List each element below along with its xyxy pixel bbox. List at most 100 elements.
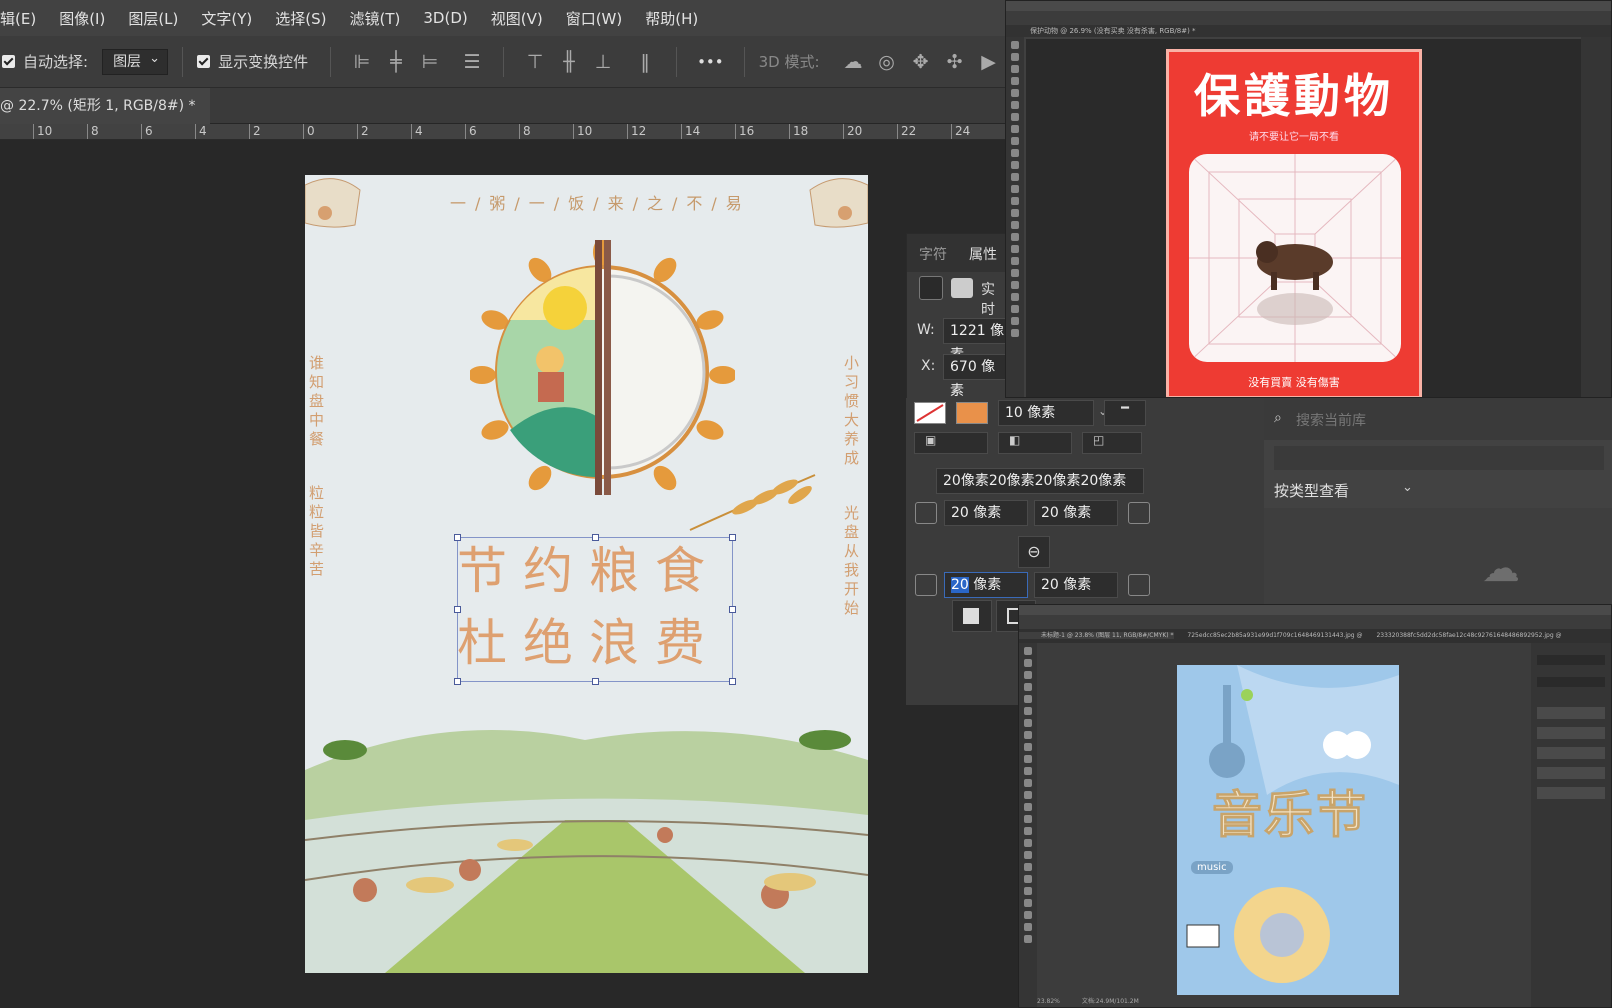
ruler-tick: 4 — [411, 124, 423, 139]
menu-window[interactable]: 窗口(W) — [566, 8, 623, 29]
ruler-tick: 2 — [249, 124, 261, 139]
transform-selection-box[interactable] — [454, 534, 736, 685]
distribute-v-icon[interactable]: ‖ — [636, 51, 654, 73]
document-tab[interactable]: @ 22.7% (矩形 1, RGB/8#) * × — [0, 88, 210, 150]
animal-poster-grid — [1189, 154, 1401, 362]
library-search-input[interactable]: 搜索当前库 — [1296, 410, 1366, 430]
stroke-corner-dropdown[interactable]: ◰ — [1082, 432, 1142, 454]
menu-view[interactable]: 视图(V) — [491, 8, 543, 29]
tab-properties[interactable]: 属性 — [969, 244, 997, 264]
menu-3d[interactable]: 3D(D) — [423, 9, 467, 27]
transform-handle[interactable] — [729, 606, 736, 613]
window2-tab-active[interactable]: 未标题-1 @ 23.8% (图层 11, RGB/8#/CMYK) * — [1019, 632, 1174, 639]
orbit-3d-icon[interactable]: ☁ — [844, 51, 863, 73]
menu-edit[interactable]: 辑(E) — [0, 8, 36, 29]
window2-zoom: 23.82% — [1037, 998, 1060, 1005]
corner-tl-input[interactable]: 20 像素 — [944, 500, 1028, 526]
divider — [503, 46, 505, 77]
menu-help[interactable]: 帮助(H) — [645, 8, 698, 29]
animal-poster-title: 保護動物 — [1194, 69, 1394, 123]
ruler-tick: 20 — [843, 124, 862, 139]
menu-filter[interactable]: 滤镜(T) — [350, 8, 401, 29]
menu-image[interactable]: 图像(I) — [59, 8, 105, 29]
document-tab-bar: @ 22.7% (矩形 1, RGB/8#) * × — [0, 88, 1005, 150]
align-left-icon[interactable]: ⊫ — [353, 51, 371, 73]
poster-right-slogan-1: 小习惯大养成 — [842, 355, 860, 469]
align-right-icon[interactable]: ⊨ — [421, 51, 439, 73]
window2-toolbar — [1019, 643, 1037, 1007]
menu-type[interactable]: 文字(Y) — [201, 8, 252, 29]
window2-tab-3[interactable]: 233320388fc5dd2dc58fae12c48c927616484868… — [1376, 632, 1561, 639]
stroke-color-swatch[interactable] — [956, 402, 988, 424]
transform-handle[interactable] — [454, 534, 461, 541]
align-bottom-icon[interactable]: ⊥ — [594, 51, 612, 73]
corner-tr-icon — [1128, 502, 1150, 524]
window1-right-panel — [1581, 37, 1611, 397]
scale-3d-icon[interactable]: ▶ — [980, 51, 998, 73]
stroke-align-dropdown[interactable]: ▣ — [914, 432, 988, 454]
creative-cloud-icon: ☁ — [1482, 546, 1520, 590]
window1-tab[interactable]: 保护动物 @ 26.9% (没有买卖 没有杀害, RGB/8#) * — [1006, 25, 1611, 37]
corner-radius-summary[interactable]: 20像素20像素20像素20像素 — [936, 468, 1144, 494]
align-hcenter-icon[interactable]: ╪ — [387, 51, 405, 73]
link-corners-icon[interactable]: ⊖ — [1018, 536, 1050, 568]
align-top-icon[interactable]: ⊤ — [526, 51, 544, 73]
w-label: W: — [917, 322, 935, 338]
transform-handle[interactable] — [592, 534, 599, 541]
horizontal-ruler: 10 8 6 4 2 0 2 4 6 8 10 12 14 16 18 20 2… — [0, 124, 1005, 140]
ruler-tick: 10 — [573, 124, 592, 139]
poster-top-line: 一/粥/一/饭/来/之/不/易 — [450, 194, 751, 213]
stroke-cap-dropdown[interactable]: ◧ — [998, 432, 1072, 454]
tab-character[interactable]: 字符 — [919, 244, 947, 264]
show-transform-checkbox[interactable] — [197, 55, 211, 68]
transform-handle[interactable] — [592, 678, 599, 685]
corner-bl-selected-text: 20 — [951, 577, 969, 593]
distribute-h-icon[interactable]: ☰ — [463, 51, 481, 73]
transform-handle[interactable] — [454, 678, 461, 685]
mask-icon[interactable] — [951, 278, 973, 298]
path-combine-icon[interactable] — [952, 600, 992, 632]
library-dropdown[interactable] — [1274, 446, 1604, 470]
corner-tr-input[interactable]: 20 像素 — [1034, 500, 1118, 526]
transform-handle[interactable] — [454, 606, 461, 613]
align-vcenter-icon[interactable]: ╫ — [560, 51, 578, 73]
divider — [182, 46, 184, 77]
photoshop-window-animal: 保护动物 @ 26.9% (没有买卖 没有杀害, RGB/8#) * 保護動物 … — [1005, 0, 1612, 398]
stroke-style-dropdown[interactable]: ━ — [1104, 400, 1146, 426]
photoshop-window-music: 未标题-1 @ 23.8% (图层 11, RGB/8#/CMYK) * 725… — [1018, 604, 1612, 1008]
roll-3d-icon[interactable]: ◎ — [878, 51, 896, 73]
animal-poster[interactable]: 保護動物 请不要让它一局不看 没有買賣 没有傷害 — [1166, 49, 1422, 397]
transform-handle[interactable] — [729, 678, 736, 685]
menu-layer[interactable]: 图层(L) — [128, 8, 178, 29]
slide-3d-icon[interactable]: ✣ — [946, 51, 964, 73]
more-options-button[interactable]: ••• — [697, 53, 724, 71]
corner-br-icon — [1128, 574, 1150, 596]
stroke-width-input[interactable]: 10 像素 — [998, 400, 1094, 426]
x-input[interactable]: 670 像素 — [943, 354, 1007, 399]
divider — [743, 46, 745, 77]
corner-bl-input[interactable]: 20 像素 — [944, 572, 1028, 598]
layer-select-dropdown[interactable]: 图层 — [102, 47, 169, 75]
width-input[interactable]: 1221 像素 — [943, 318, 1007, 363]
divider — [676, 46, 678, 77]
animal-poster-footer: 没有買賣 没有傷害 — [1248, 376, 1340, 389]
auto-select-checkbox[interactable] — [2, 55, 15, 68]
menu-select[interactable]: 选择(S) — [275, 8, 326, 29]
chevron-down-icon[interactable]: ⌄ — [1402, 480, 1413, 495]
ruler-tick: 10 — [33, 124, 52, 139]
ruler-tick: 22 — [897, 124, 916, 139]
music-poster[interactable]: 音乐节 music — [1177, 665, 1399, 995]
window2-tab-2[interactable]: 725edcc85ec2b85a931e99d1f709c16484691314… — [1187, 632, 1362, 639]
corner-tl-icon — [915, 502, 937, 524]
shape-bounds-icon[interactable] — [919, 276, 943, 300]
pan-3d-icon[interactable]: ✥ — [912, 51, 930, 73]
ruler-tick: 4 — [195, 124, 207, 139]
transform-handle[interactable] — [729, 534, 736, 541]
fill-none-swatch[interactable] — [914, 402, 946, 424]
ruler-tick: 14 — [681, 124, 700, 139]
divider — [330, 46, 332, 77]
animal-poster-subtitle: 请不要让它一局不看 — [1249, 132, 1339, 143]
view-by-type[interactable]: 按类型查看 — [1274, 480, 1349, 501]
rice-field-illustration — [305, 730, 868, 973]
corner-br-input[interactable]: 20 像素 — [1034, 572, 1118, 598]
